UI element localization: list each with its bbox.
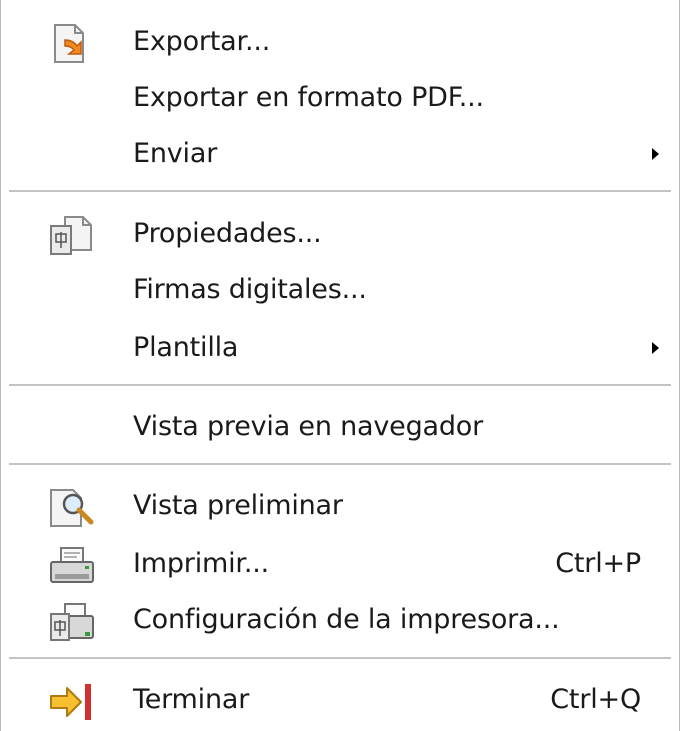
- submenu-arrow-icon: [652, 342, 659, 354]
- menu-item-label: Terminar: [133, 684, 250, 715]
- menu-item-label: Configuración de la impresora...: [133, 604, 560, 635]
- properties-icon: [47, 214, 97, 258]
- menu-item-shortcut: Ctrl+Q: [550, 684, 641, 715]
- menu-item-vista-preliminar[interactable]: Vista preliminar: [1, 478, 679, 534]
- menu-item-enviar[interactable]: Enviar: [1, 126, 679, 182]
- printer-icon: [47, 544, 97, 588]
- menu-item-configuracion-impresora[interactable]: Configuración de la impresora...: [1, 592, 679, 648]
- menu-item-label: Exportar en formato PDF...: [133, 82, 484, 113]
- menu-item-shortcut: Ctrl+P: [555, 548, 641, 579]
- menu-item-exportar[interactable]: Exportar...: [1, 14, 679, 70]
- menu-item-label: Exportar...: [133, 26, 271, 57]
- menu-item-label: Vista previa en navegador: [133, 411, 484, 442]
- menu-item-imprimir[interactable]: Imprimir... Ctrl+P: [1, 536, 679, 592]
- menu-separator: [9, 384, 671, 386]
- menu-item-plantilla[interactable]: Plantilla: [1, 320, 679, 376]
- menu-item-propiedades[interactable]: Propiedades...: [1, 206, 679, 262]
- menu-item-label: Firmas digitales...: [133, 274, 367, 305]
- menu-item-label: Enviar: [133, 138, 218, 169]
- menu-item-label: Propiedades...: [133, 218, 322, 249]
- menu-item-firmas-digitales[interactable]: Firmas digitales...: [1, 262, 679, 318]
- menu-item-label: Plantilla: [133, 332, 239, 363]
- file-menu: Exportar... Exportar en formato PDF... E…: [0, 0, 680, 731]
- menu-separator: [9, 190, 671, 192]
- menu-separator: [9, 463, 671, 465]
- export-icon: [47, 22, 97, 66]
- printer-settings-icon: [47, 600, 97, 644]
- menu-item-terminar[interactable]: Terminar Ctrl+Q: [1, 672, 679, 728]
- exit-icon: [47, 680, 97, 724]
- menu-item-label: Vista preliminar: [133, 490, 343, 521]
- menu-item-label: Imprimir...: [133, 548, 269, 579]
- menu-item-vista-previa-navegador[interactable]: Vista previa en navegador: [1, 399, 679, 455]
- print-preview-icon: [47, 486, 97, 530]
- menu-item-exportar-pdf[interactable]: Exportar en formato PDF...: [1, 70, 679, 126]
- submenu-arrow-icon: [652, 148, 659, 160]
- menu-separator: [9, 657, 671, 659]
